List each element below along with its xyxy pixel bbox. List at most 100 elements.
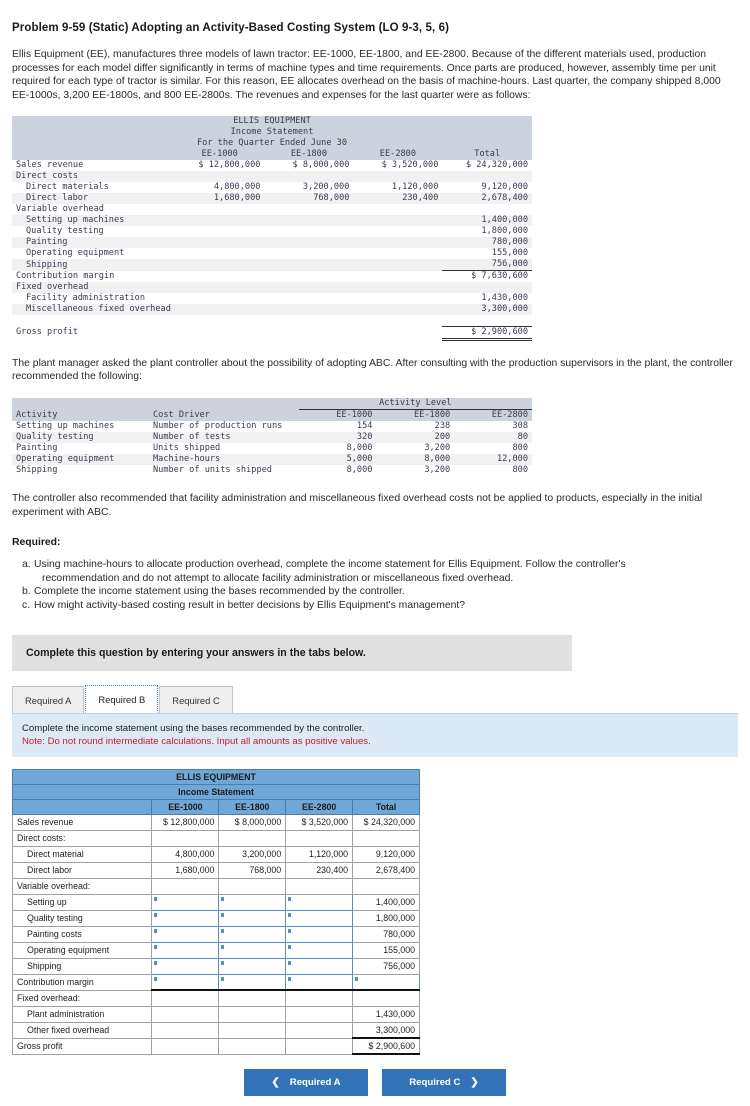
income-statement-period: For the Quarter Ended June 30 — [196, 138, 348, 149]
table-row: Shipping 756,000 — [11, 957, 420, 975]
answer-value-cell — [151, 829, 220, 847]
required-item-letter: b. — [22, 586, 31, 598]
answer-input-cell[interactable] — [218, 973, 287, 992]
row-value: 2,678,400 — [481, 193, 528, 204]
answer-input-cell[interactable] — [151, 925, 220, 943]
row-label: Facility administration — [26, 293, 145, 304]
table-row: Setting up 1,400,000 — [11, 893, 420, 911]
required-c-next-button[interactable]: Required C ❯ — [382, 1069, 506, 1097]
required-item-letter: a. — [22, 559, 31, 571]
table-row: Direct labor 1,680,000 768,000 230,400 2,678… — [12, 193, 532, 205]
answer-value-cell — [151, 1037, 220, 1055]
row-value — [353, 282, 442, 293]
answer-value-cell — [218, 1021, 287, 1039]
answer-input-cell[interactable] — [151, 893, 220, 911]
row-value — [175, 204, 265, 215]
table-row: Plant administration 1,430,000 — [11, 1005, 420, 1023]
required-item-b: b. Complete the income statement using th… — [22, 585, 738, 599]
answer-value-cell — [285, 1021, 354, 1039]
answer-row-label: Variable overhead: — [11, 877, 153, 895]
cost-driver-name: Units shipped — [152, 443, 221, 454]
row-value: $ 8,000,000 — [292, 160, 350, 171]
cost-driver-name: Number of production runs — [152, 421, 283, 432]
tab-label: Required C — [172, 694, 220, 706]
row-label: Quality testing — [26, 226, 104, 237]
table-row: Operating equipment 155,000 — [12, 248, 532, 260]
tab-required-a[interactable]: Required A — [12, 685, 85, 713]
row-label: Operating equipment — [26, 248, 125, 259]
activity-value: 12,000 — [496, 454, 528, 465]
answer-row-label: Fixed overhead: — [11, 989, 153, 1007]
tab-required-c[interactable]: Required C — [159, 685, 233, 713]
answer-value-cell — [352, 989, 420, 1007]
answer-input-cell[interactable] — [285, 909, 354, 927]
row-value — [264, 248, 353, 259]
activity-level-group-header: Activity Level — [298, 398, 532, 411]
answer-value-cell: 1,430,000 — [352, 1005, 420, 1023]
activity-column-header: EE-1000 — [336, 410, 373, 421]
answer-input-cell[interactable] — [285, 893, 354, 911]
intro-paragraph: Ellis Equipment (EE), manufactures three… — [12, 49, 721, 101]
answer-value-cell — [151, 1005, 220, 1023]
answer-column-header-blank — [11, 798, 153, 815]
row-value — [353, 259, 442, 271]
required-item-c: c. How might activity-based costing resul… — [22, 599, 738, 613]
answer-value-cell — [218, 1037, 287, 1055]
row-value — [442, 282, 532, 293]
row-value — [264, 259, 353, 271]
answer-input-cell[interactable] — [218, 893, 287, 911]
page-title: Problem 9-59 (Static) Adopting an Activi… — [12, 22, 449, 34]
answer-input-cell[interactable] — [352, 973, 420, 992]
answer-value-cell: 2,678,400 — [352, 861, 420, 879]
answer-input-cell[interactable] — [151, 909, 220, 927]
row-value: 1,430,000 — [481, 293, 528, 304]
row-value: $ 3,520,000 — [381, 160, 439, 171]
activity-value: 320 — [356, 432, 373, 443]
answer-value-cell: 230,400 — [285, 861, 354, 879]
answer-input-cell[interactable] — [151, 957, 220, 975]
answer-input-cell[interactable] — [218, 957, 287, 975]
answer-input-cell[interactable] — [218, 941, 287, 959]
answer-input-cell[interactable] — [285, 973, 354, 992]
row-value — [353, 304, 442, 315]
answer-input-cell[interactable] — [285, 925, 354, 943]
table-row: Fixed overhead — [12, 282, 532, 294]
tab-required-b[interactable]: Required B — [85, 684, 159, 713]
row-value — [175, 237, 265, 248]
table-row: Variable overhead: — [11, 877, 420, 895]
activity-value: 200 — [434, 432, 451, 443]
answer-value-cell: 3,200,000 — [218, 845, 287, 863]
answer-value-cell: 768,000 — [218, 861, 287, 879]
table-row: Contribution margin $ 7,630,600 — [12, 270, 532, 283]
row-value — [264, 237, 353, 248]
answer-input-cell[interactable] — [285, 957, 354, 975]
row-label: Direct labor — [26, 193, 89, 204]
instruction-note: Note: Do not round intermediate calculat… — [22, 735, 371, 747]
instruction-band: Complete the income statement using the … — [12, 712, 738, 757]
row-value — [175, 326, 265, 339]
table-row: Gross profit $ 2,900,600 — [11, 1037, 420, 1056]
answer-input-cell[interactable] — [151, 973, 220, 992]
answer-row-label: Contribution margin — [11, 973, 153, 991]
required-a-prev-button[interactable]: ❮ Required A — [244, 1069, 368, 1097]
row-value: 230,400 — [402, 193, 439, 204]
answer-value-cell: 1,680,000 — [151, 861, 220, 879]
table-row: Direct material 4,800,000 3,200,000 1,120,0… — [11, 845, 420, 863]
answer-input-cell[interactable] — [151, 941, 220, 959]
table-row: Quality testing 1,800,000 — [12, 226, 532, 238]
row-label: Painting — [26, 237, 68, 248]
answer-input-cell[interactable] — [285, 941, 354, 959]
instruction-text: Complete the income statement using the … — [22, 722, 365, 734]
row-value: 1,680,000 — [213, 193, 261, 204]
row-value: 1,800,000 — [481, 226, 528, 237]
answer-value-cell: 1,800,000 — [352, 909, 420, 927]
answer-input-cell[interactable] — [218, 925, 287, 943]
answer-value-cell: 3,300,000 — [352, 1021, 420, 1039]
answer-value-cell: $ 24,320,000 — [352, 813, 420, 831]
answer-input-cell[interactable] — [218, 909, 287, 927]
activity-column-header: EE-1800 — [413, 410, 451, 421]
activity-value: 238 — [434, 421, 451, 432]
row-label: Contribution margin — [16, 271, 115, 282]
row-value — [175, 215, 265, 226]
table-row: Gross profit $ 2,900,600 — [12, 325, 532, 341]
